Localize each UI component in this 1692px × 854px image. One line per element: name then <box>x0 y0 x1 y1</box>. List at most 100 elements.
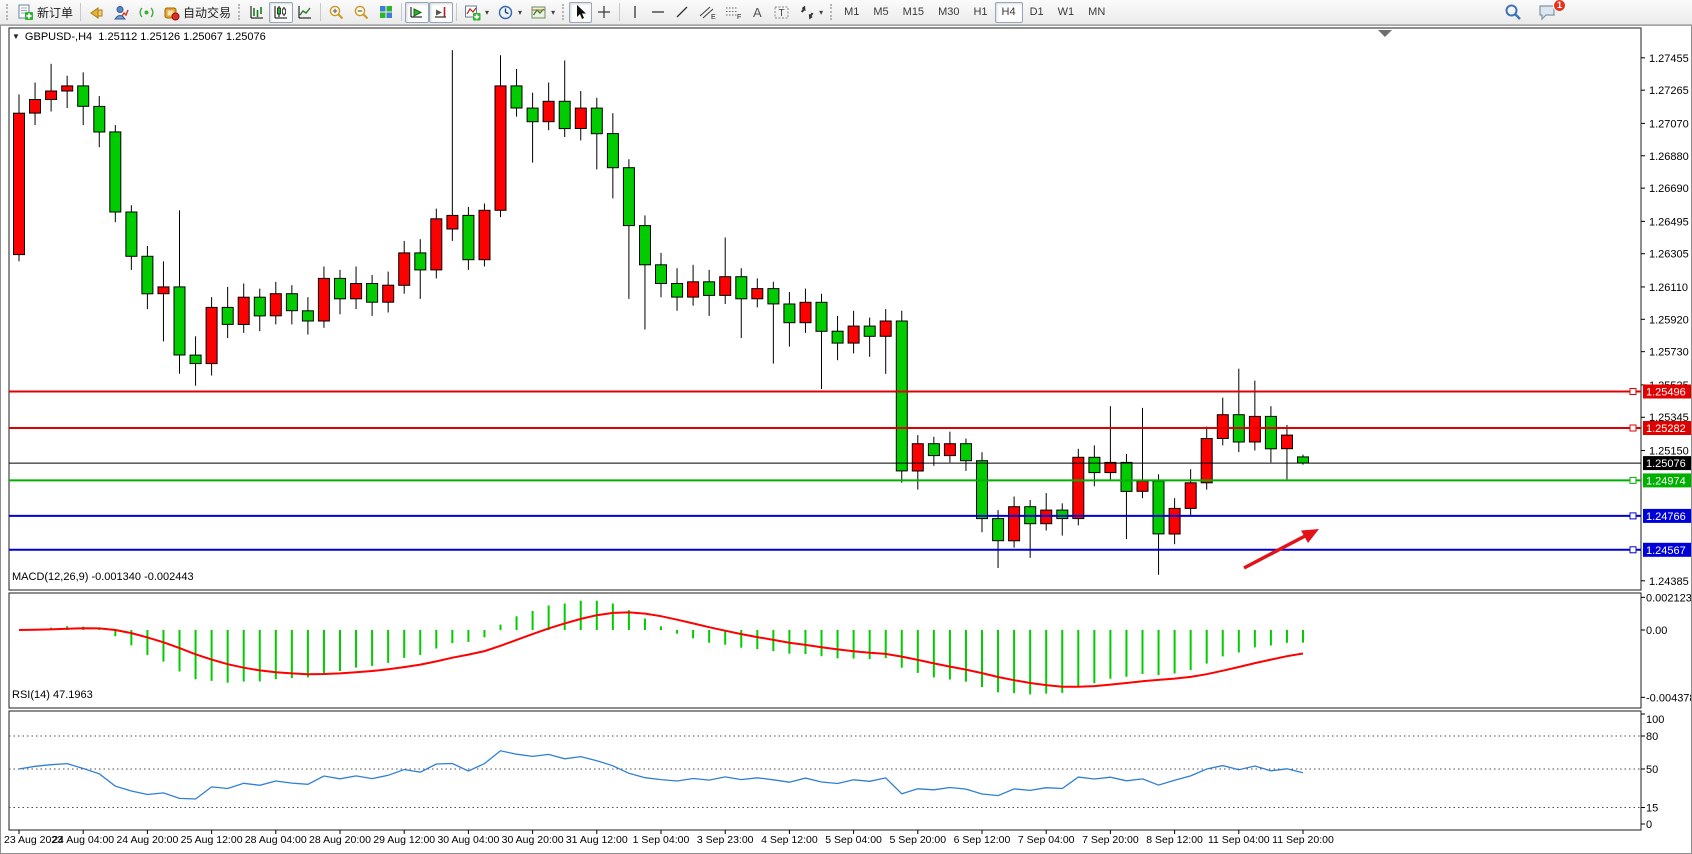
timeframe-h1[interactable]: H1 <box>966 2 994 23</box>
signal-radar-icon <box>138 4 155 21</box>
svg-text:1.25076: 1.25076 <box>1646 458 1686 470</box>
promo-horn-button[interactable] <box>84 2 109 23</box>
svg-text:1.24974: 1.24974 <box>1646 475 1686 487</box>
new-order-button[interactable]: 新订单 <box>13 2 77 23</box>
timeframe-m5[interactable]: M5 <box>866 2 895 23</box>
separator <box>80 3 81 21</box>
cursor-arrow-icon <box>573 4 588 20</box>
line-handle[interactable] <box>1630 547 1636 553</box>
autotrading-button[interactable]: 自动交易 <box>159 2 235 23</box>
svg-text:1.26690: 1.26690 <box>1649 183 1689 195</box>
text-label-button[interactable]: T <box>769 2 794 23</box>
search-button[interactable] <box>1500 2 1526 23</box>
chart-canvas[interactable]: 1.274551.272651.270701.268801.266901.264… <box>1 26 1691 853</box>
timeframe-w1[interactable]: W1 <box>1051 2 1082 23</box>
symbol-ohlc-readout: ▼GBPUSD-,H4 1.25112 1.25126 1.25067 1.25… <box>12 31 266 43</box>
timeframe-h4[interactable]: H4 <box>995 2 1023 23</box>
line-handle[interactable] <box>1630 513 1636 519</box>
vertical-line-button[interactable] <box>623 2 646 23</box>
fibonacci-icon: F <box>724 4 742 20</box>
cursor-button[interactable] <box>569 2 592 23</box>
line-handle[interactable] <box>1630 389 1636 395</box>
client-analytics-button[interactable] <box>109 2 134 23</box>
svg-text:-0.004378: -0.004378 <box>1646 692 1691 704</box>
zoom-out-button[interactable] <box>349 2 374 23</box>
one-click-trading-collapse-button[interactable]: ▼ <box>12 32 20 41</box>
svg-text:7 Sep 20:00: 7 Sep 20:00 <box>1082 834 1139 846</box>
vertical-line-icon <box>628 4 642 20</box>
tile-windows-button[interactable] <box>374 2 398 23</box>
svg-text:1.25730: 1.25730 <box>1649 347 1689 359</box>
line-handle[interactable] <box>1630 425 1636 431</box>
arrows-objects-button[interactable]: ▾ <box>794 2 827 23</box>
indicators-button[interactable]: ▾ <box>460 2 493 23</box>
text-button[interactable]: A <box>746 2 769 23</box>
svg-text:24 Aug 04:00: 24 Aug 04:00 <box>52 834 114 846</box>
price-axis[interactable]: 1.274551.272651.270701.268801.266901.264… <box>1641 53 1691 588</box>
new-order-label: 新订单 <box>37 4 73 21</box>
template-icon <box>530 4 547 21</box>
horizontal-line-button[interactable] <box>646 2 670 23</box>
svg-text:F: F <box>737 14 741 20</box>
timeframe-toolbar: M1M5M15M30H1H4D1W1MN <box>837 2 1112 23</box>
svg-text:4 Sep 12:00: 4 Sep 12:00 <box>761 834 818 846</box>
ohlc-values: 1.25112 1.25126 1.25067 1.25076 <box>98 31 265 43</box>
new-order-icon <box>17 4 34 21</box>
rsi-pane[interactable] <box>9 711 1641 830</box>
svg-text:7 Sep 04:00: 7 Sep 04:00 <box>1018 834 1075 846</box>
svg-text:29 Aug 12:00: 29 Aug 12:00 <box>373 834 435 846</box>
timeframe-mn[interactable]: MN <box>1081 2 1112 23</box>
dropdown-caret: ▾ <box>819 8 823 17</box>
autotrading-icon <box>163 4 180 21</box>
svg-text:25 Aug 12:00: 25 Aug 12:00 <box>181 834 243 846</box>
toolbar-grip[interactable] <box>830 4 834 20</box>
indicator-axis[interactable]: 0.0021230.00-0.0043781008050150 <box>1641 592 1691 831</box>
macd-pane[interactable] <box>9 593 1641 708</box>
zoom-in-icon <box>328 4 345 21</box>
svg-text:1.27070: 1.27070 <box>1649 118 1689 130</box>
candlestick-chart-button[interactable] <box>269 2 293 23</box>
svg-text:0.00: 0.00 <box>1646 625 1667 637</box>
svg-text:100: 100 <box>1646 714 1664 726</box>
svg-text:11 Sep 04:00: 11 Sep 04:00 <box>1208 834 1270 846</box>
line-chart-button[interactable] <box>293 2 317 23</box>
main-toolbar: 新订单 自动交易 <box>0 0 1692 25</box>
templates-button[interactable]: ▾ <box>526 2 559 23</box>
svg-text:50: 50 <box>1646 764 1658 776</box>
svg-text:1.26305: 1.26305 <box>1649 249 1689 261</box>
signals-button[interactable] <box>134 2 159 23</box>
svg-text:31 Aug 12:00: 31 Aug 12:00 <box>566 834 628 846</box>
trendline-button[interactable] <box>670 2 694 23</box>
text-label-icon: T <box>773 4 790 20</box>
toolbar-grip[interactable] <box>6 4 10 20</box>
svg-text:1.24766: 1.24766 <box>1646 511 1686 523</box>
bar-chart-button[interactable] <box>245 2 269 23</box>
timeframe-m30[interactable]: M30 <box>931 2 966 23</box>
time-axis[interactable]: 23 Aug 202324 Aug 04:0024 Aug 20:0025 Au… <box>4 830 1334 846</box>
zoom-in-button[interactable] <box>324 2 349 23</box>
auto-scroll-button[interactable] <box>405 2 429 23</box>
fibonacci-button[interactable]: F <box>720 2 746 23</box>
toolbar-grip[interactable] <box>238 4 242 20</box>
svg-text:T: T <box>779 8 785 19</box>
svg-text:15: 15 <box>1646 803 1658 815</box>
chat-button[interactable]: 1 <box>1534 2 1561 23</box>
clock-icon <box>497 4 514 21</box>
chart-shift-button[interactable] <box>429 2 453 23</box>
periods-button[interactable]: ▾ <box>493 2 526 23</box>
timeframe-d1[interactable]: D1 <box>1023 2 1051 23</box>
svg-text:1.27265: 1.27265 <box>1649 85 1689 97</box>
arrow-objects-icon <box>798 4 815 20</box>
toolbar-grip[interactable] <box>562 4 566 20</box>
line-handle[interactable] <box>1630 477 1636 483</box>
crosshair-button[interactable] <box>592 2 616 23</box>
equidistant-channel-button[interactable]: E <box>694 2 720 23</box>
timeframe-m15[interactable]: M15 <box>896 2 931 23</box>
trendline-icon <box>674 4 690 20</box>
svg-text:1.25150: 1.25150 <box>1649 446 1689 458</box>
crosshair-icon <box>596 4 612 20</box>
candlestick-icon <box>273 4 289 20</box>
svg-text:1.26495: 1.26495 <box>1649 216 1689 228</box>
timeframe-m1[interactable]: M1 <box>837 2 866 23</box>
bar-chart-icon <box>249 4 265 20</box>
